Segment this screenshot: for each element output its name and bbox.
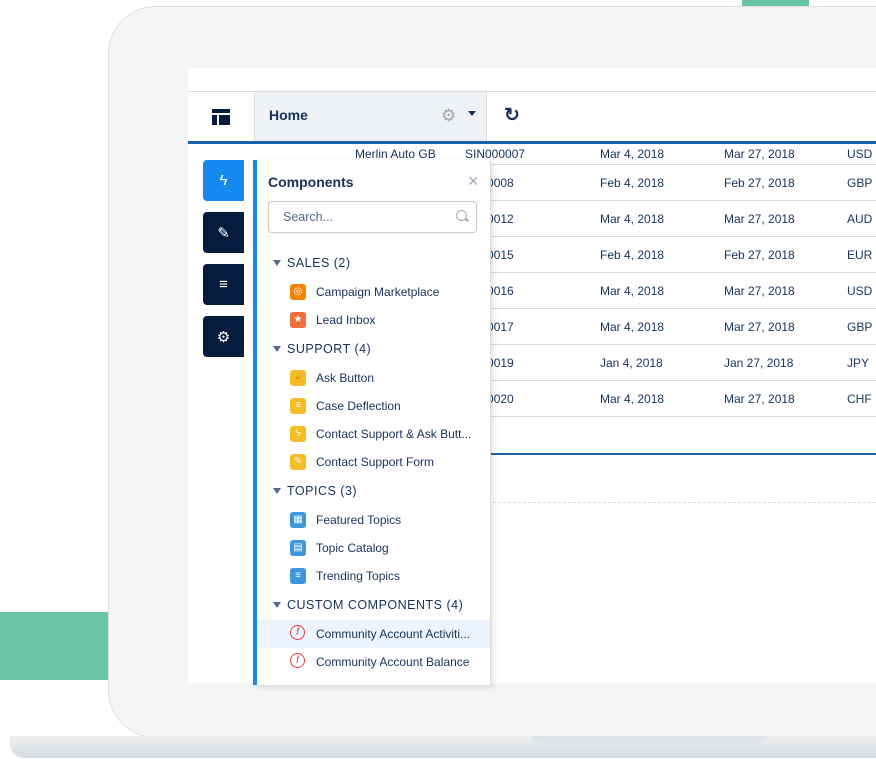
table-cell-currency: GBP [847, 319, 873, 334]
caret-down-icon [273, 488, 281, 494]
table-cell-date1: Mar 4, 2018 [600, 319, 665, 334]
function-icon: f [290, 625, 305, 640]
table-cell-currency: USD [847, 146, 873, 161]
table-cell-date2: Mar 27, 2018 [724, 211, 795, 226]
table-cell-currency: JPY [847, 355, 870, 370]
component-group-header[interactable]: TOPICS (3) [273, 484, 357, 498]
table-cell-date2: Feb 27, 2018 [724, 247, 795, 262]
table-cell-date1: Mar 4, 2018 [600, 211, 665, 226]
form-icon: ✎ [290, 454, 306, 470]
caret-down-icon [273, 260, 281, 266]
table-cell-date2: Feb 27, 2018 [724, 175, 795, 190]
laptop-notch [532, 736, 768, 743]
navigation-tab-list-icon[interactable]: ≡ [203, 264, 244, 305]
component-item-label: Trending Topics [316, 569, 401, 583]
component-group-header[interactable]: SALES (2) [273, 256, 351, 270]
component-item[interactable]: ≡ Case Deflection [257, 392, 490, 420]
group-label: TOPICS (3) [287, 484, 358, 498]
group-label: CUSTOM COMPONENTS (4) [287, 598, 464, 612]
theme-tab-brush-icon[interactable]: ✎ [203, 212, 244, 253]
table-cell-date2: Mar 27, 2018 [724, 319, 795, 334]
decor-block-left [0, 612, 112, 680]
list-icon: ≡ [290, 568, 306, 584]
components-tab-lightning-icon[interactable]: ϟ [203, 160, 244, 201]
component-item-label: Community Account Balance [316, 655, 470, 669]
group-label: SUPPORT (4) [287, 342, 372, 356]
component-item-label: Contact Support Form [316, 455, 435, 469]
component-item[interactable]: ☝ Ask Button [257, 364, 490, 392]
component-item-label: Lead Inbox [316, 313, 376, 327]
component-item[interactable]: ϟ Contact Support & Ask Butt... [257, 420, 490, 448]
table-cell-date2: Mar 27, 2018 [724, 283, 795, 298]
lightning-icon: ϟ [290, 426, 306, 442]
gear-icon[interactable]: ⚙ [441, 106, 456, 126]
component-item-label: Topic Catalog [316, 541, 389, 555]
component-item[interactable]: ★ Lead Inbox [257, 306, 490, 334]
settings-tab-gear-icon[interactable]: ⚙ [203, 316, 244, 357]
sidebar-rail: ϟ ✎ ≡ ⚙ [202, 160, 254, 683]
grid-icon: ▦ [290, 512, 306, 528]
region-divider [488, 453, 876, 455]
table-cell-currency: CHF [847, 391, 872, 406]
table-cell-date2: Jan 27, 2018 [724, 355, 794, 370]
panel-title: Components [268, 174, 354, 190]
layout-icon[interactable] [188, 92, 254, 141]
components-panel: Components × SALES (2) ◎ Campaign Marketpl… [253, 160, 491, 685]
chevron-down-icon[interactable] [468, 111, 476, 116]
component-group-header[interactable]: CUSTOM COMPONENTS (4) [273, 598, 463, 612]
page-selector[interactable]: Home ⚙ [254, 92, 487, 141]
lead-icon: ★ [290, 312, 306, 328]
page-title: Home [269, 107, 308, 123]
component-item-label: Featured Topics [316, 513, 402, 527]
component-group-header[interactable]: SUPPORT (4) [273, 342, 371, 356]
target-icon: ◎ [290, 284, 306, 300]
component-item[interactable]: ▤ Topic Catalog [257, 534, 490, 562]
catalog-icon: ▤ [290, 540, 306, 556]
table-cell-date1: Jan 4, 2018 [600, 355, 663, 370]
component-item-label: Campaign Marketplace [316, 285, 440, 299]
table-cell-invoice: SIN000007 [465, 146, 526, 161]
table-cell-currency: EUR [847, 247, 873, 262]
table-cell-date1: Feb 4, 2018 [600, 175, 665, 190]
table-cell-date1: Feb 4, 2018 [600, 247, 665, 262]
table-cell-date1: Mar 4, 2018 [600, 146, 665, 161]
table-cell-currency: AUD [847, 211, 873, 226]
drop-zone-line [488, 502, 876, 503]
function-icon: f [290, 653, 305, 668]
component-item[interactable]: ▦ Featured Topics [257, 506, 490, 534]
close-icon[interactable]: × [468, 171, 479, 192]
component-item[interactable]: f Community Account Balance [257, 648, 490, 676]
component-item-label: Community Account Activiti... [316, 627, 471, 641]
table-cell-currency: GBP [847, 175, 873, 190]
component-item-label: Case Deflection [316, 399, 401, 413]
refresh-icon[interactable]: ↻ [504, 104, 520, 127]
caret-down-icon [273, 346, 281, 352]
table-cell-date2: Mar 27, 2018 [724, 391, 795, 406]
search-input[interactable] [268, 201, 477, 233]
table-cell-date1: Mar 4, 2018 [600, 391, 665, 406]
builder-toolbar: Home ⚙ ↻ [188, 91, 876, 144]
search-icon [456, 210, 467, 221]
caret-down-icon [273, 602, 281, 608]
hand-icon: ☝ [290, 370, 306, 386]
component-item[interactable]: ◎ Campaign Marketplace [257, 278, 490, 306]
component-item[interactable]: f Community Account Activiti... [257, 620, 490, 648]
list-icon: ≡ [290, 398, 306, 414]
component-item[interactable]: ✎ Contact Support Form [257, 448, 490, 476]
table-cell-account: Merlin Auto GB [355, 146, 436, 161]
table-cell-date1: Mar 4, 2018 [600, 283, 665, 298]
component-item[interactable]: ≡ Trending Topics [257, 562, 490, 590]
component-item-label: Ask Button [316, 371, 375, 385]
table-cell-currency: USD [847, 283, 873, 298]
group-label: SALES (2) [287, 256, 351, 270]
component-item-label: Contact Support & Ask Butt... [316, 427, 472, 441]
table-cell-date2: Mar 27, 2018 [724, 146, 795, 161]
